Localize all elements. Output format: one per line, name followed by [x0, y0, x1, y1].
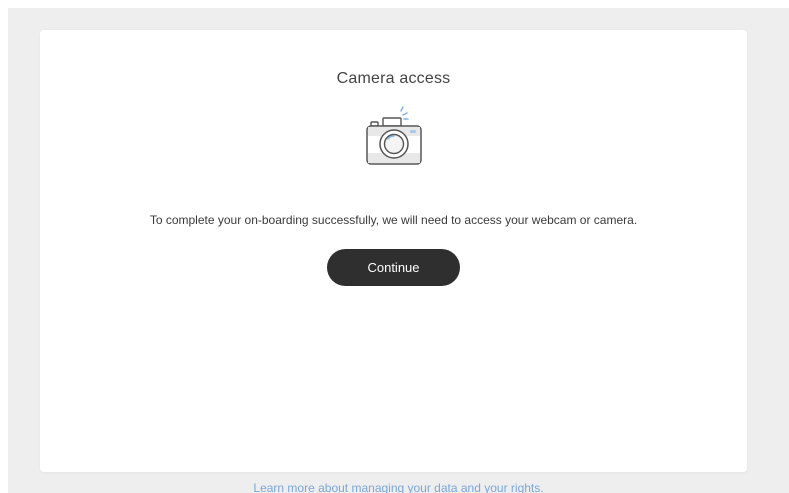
- onboarding-viewport: Camera access To complete your on-boardi…: [8, 8, 789, 493]
- data-rights-link[interactable]: Learn more about managing your data and …: [8, 481, 789, 493]
- camera-access-card: Camera access To complete your on-boardi…: [40, 30, 747, 472]
- page-title: Camera access: [336, 70, 451, 87]
- camera-permission-message: To complete your on-boarding successfull…: [149, 213, 638, 227]
- camera-icon: [366, 106, 422, 165]
- continue-button[interactable]: Continue: [327, 249, 460, 286]
